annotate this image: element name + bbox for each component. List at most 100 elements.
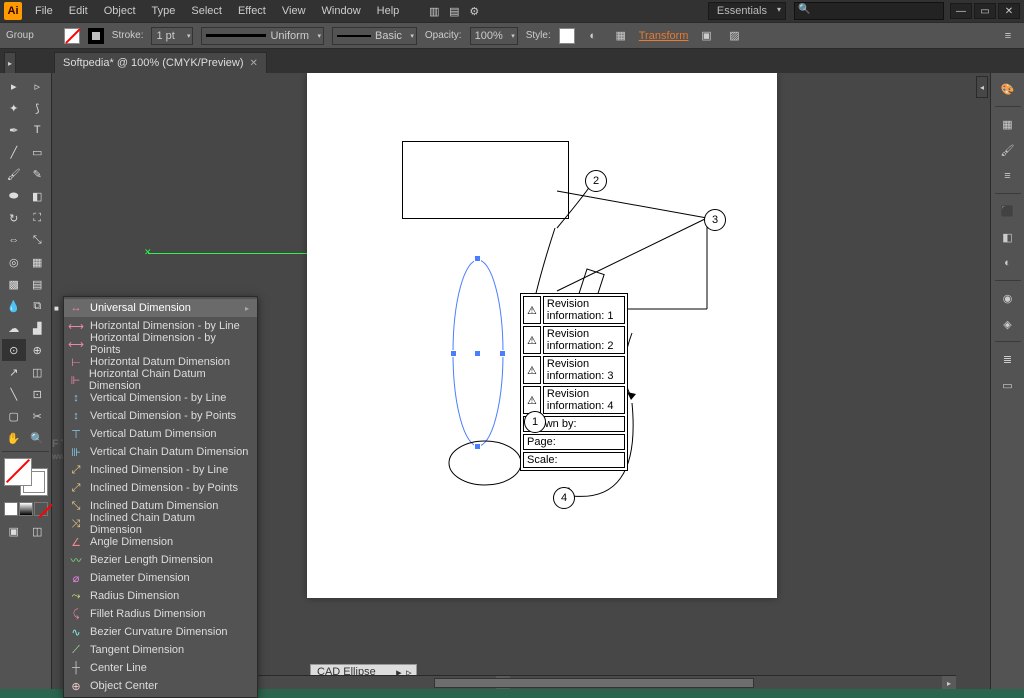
handle-center[interactable] [475, 351, 480, 356]
screen-mode-tool[interactable]: ▣ [2, 520, 26, 542]
flyout-item-5[interactable]: ↕Vertical Dimension - by Line [64, 389, 257, 407]
gradient-panel-icon[interactable]: ◧ [995, 225, 1021, 249]
flyout-item-15[interactable]: ⌀Diameter Dimension [64, 569, 257, 587]
mesh-tool[interactable]: ▩ [2, 273, 26, 295]
transparency-panel-icon[interactable]: ◐ [995, 251, 1021, 275]
eraser-tool[interactable]: ◧ [26, 185, 50, 207]
flyout-item-9[interactable]: ⤢Inclined Dimension - by Line [64, 461, 257, 479]
scroll-thumb[interactable] [434, 678, 754, 688]
flyout-item-2[interactable]: ⟷Horizontal Dimension - by Points [64, 335, 257, 353]
minimize-button[interactable]: — [950, 3, 972, 19]
document-tab[interactable]: Softpedia* @ 100% (CMYK/Preview) ✕ [54, 52, 267, 73]
flyout-item-10[interactable]: ⤢Inclined Dimension - by Points [64, 479, 257, 497]
align-icon[interactable]: ▦ [611, 26, 631, 46]
pen-tool[interactable]: ✒ [2, 119, 26, 141]
symbol-panel-icon[interactable]: ≡ [995, 164, 1021, 188]
graphic-styles-icon[interactable]: ◈ [995, 312, 1021, 336]
flyout-item-12[interactable]: ⤨Inclined Chain Datum Dimension [64, 515, 257, 533]
isolate-icon[interactable]: ▣ [696, 26, 716, 46]
label-2[interactable]: 2 [585, 170, 607, 192]
style-swatch[interactable] [559, 28, 575, 44]
menu-effect[interactable]: Effect [231, 2, 273, 20]
cad-dimension-tool[interactable]: ⊙ [2, 339, 26, 361]
brush-panel-icon[interactable]: 🖌 [995, 138, 1021, 162]
rotate-tool[interactable]: ↻ [2, 207, 26, 229]
blob-tool[interactable]: ⬬ [2, 185, 26, 207]
swatch-panel-icon[interactable]: ▦ [995, 112, 1021, 136]
expand-panels[interactable]: ◂ [976, 76, 988, 98]
color-mode-solid[interactable] [4, 502, 18, 516]
maximize-button[interactable]: ▭ [974, 3, 996, 19]
flyout-item-20[interactable]: ┼Center Line [64, 659, 257, 677]
handle-top[interactable] [475, 256, 480, 261]
info-table[interactable]: ⚠Revision information: 1 ⚠Revision infor… [520, 293, 628, 471]
flyout-item-17[interactable]: ⤹Fillet Radius Dimension [64, 605, 257, 623]
eyedropper-tool[interactable]: 💧 [2, 295, 26, 317]
bridge-icon[interactable]: ▥ [424, 1, 444, 21]
edit-icon[interactable]: ▨ [724, 26, 744, 46]
cad-tool-b[interactable]: ◫ [26, 361, 50, 383]
gpu-icon[interactable]: ⚙ [464, 1, 484, 21]
flyout-item-13[interactable]: ∠Angle Dimension [64, 533, 257, 551]
free-transform-tool[interactable]: ⤡ [26, 229, 50, 251]
cad-tool-d[interactable]: ⊡ [26, 383, 50, 405]
menu-file[interactable]: File [28, 2, 60, 20]
cad-tool-a[interactable]: ↗ [2, 361, 26, 383]
menu-help[interactable]: Help [370, 2, 407, 20]
menu-edit[interactable]: Edit [62, 2, 95, 20]
scale-tool[interactable]: ⛶ [26, 207, 50, 229]
artboard[interactable]: ⚠Revision information: 1 ⚠Revision infor… [307, 73, 777, 598]
magic-wand-tool[interactable]: ✦ [2, 97, 26, 119]
flyout-item-8[interactable]: ⊪Vertical Chain Datum Dimension [64, 443, 257, 461]
color-indicator[interactable] [4, 458, 48, 496]
flyout-item-19[interactable]: ⟋Tangent Dimension [64, 641, 257, 659]
appearance-panel-icon[interactable]: ◉ [995, 286, 1021, 310]
panel-menu-icon[interactable]: ≡ [998, 26, 1018, 46]
layers-panel-icon[interactable]: ≣ [995, 347, 1021, 371]
blend-tool[interactable]: ⧉ [26, 295, 50, 317]
handle-left[interactable] [451, 351, 456, 356]
flyout-item-18[interactable]: ∿Bezier Curvature Dimension [64, 623, 257, 641]
search-input[interactable] [794, 2, 944, 20]
menu-window[interactable]: Window [315, 2, 368, 20]
cad-tool-c[interactable]: ╲ [2, 383, 26, 405]
arrange-icon[interactable]: ▤ [444, 1, 464, 21]
flyout-item-7[interactable]: ⊤Vertical Datum Dimension [64, 425, 257, 443]
flyout-item-0[interactable]: ↔Universal Dimension▸ [64, 299, 257, 317]
color-mode-gradient[interactable] [19, 502, 33, 516]
lasso-tool[interactable]: ⟆ [26, 97, 50, 119]
rectangle-tool[interactable]: ▭ [26, 141, 50, 163]
selection-tool[interactable]: ▸ [2, 75, 26, 97]
stroke-panel-icon[interactable]: ⬛ [995, 199, 1021, 223]
artboard-tool[interactable]: ▢ [2, 405, 26, 427]
brush-def[interactable]: Basic [332, 27, 417, 45]
gradient-tool[interactable]: ▤ [26, 273, 50, 295]
artboards-panel-icon[interactable]: ▭ [995, 373, 1021, 397]
graph-tool[interactable]: ▟ [26, 317, 50, 339]
stroke-profile[interactable]: Uniform [201, 27, 324, 45]
symbol-tool[interactable]: ☁ [2, 317, 26, 339]
flyout-item-21[interactable]: ⊕Object Center [64, 677, 257, 695]
scroll-right[interactable]: ▸ [942, 676, 956, 689]
menu-select[interactable]: Select [184, 2, 229, 20]
workspace-selector[interactable]: Essentials [708, 2, 786, 20]
opacity-input[interactable]: 100% [470, 27, 518, 45]
stroke-weight-input[interactable]: 1 pt [151, 27, 193, 45]
direct-selection-tool[interactable]: ▹ [26, 75, 50, 97]
handle-right[interactable] [500, 351, 505, 356]
label-4[interactable]: 4 [553, 487, 575, 509]
zoom-tool[interactable]: 🔍 [26, 427, 50, 449]
flyout-item-14[interactable]: 〰Bezier Length Dimension [64, 551, 257, 569]
recolor-icon[interactable]: ◐ [583, 26, 603, 46]
type-tool[interactable]: T [26, 119, 50, 141]
draw-mode-tool[interactable]: ◫ [26, 520, 50, 542]
menu-object[interactable]: Object [97, 2, 143, 20]
color-panel-icon[interactable]: 🎨 [995, 77, 1021, 101]
hand-tool[interactable]: ✋ [2, 427, 26, 449]
flyout-item-4[interactable]: ⊩Horizontal Chain Datum Dimension [64, 371, 257, 389]
line-tool[interactable]: ╱ [2, 141, 26, 163]
stroke-swatch[interactable] [88, 28, 104, 44]
flyout-item-16[interactable]: ⤳Radius Dimension [64, 587, 257, 605]
close-button[interactable]: ✕ [998, 3, 1020, 19]
label-1[interactable]: 1 [524, 411, 546, 433]
